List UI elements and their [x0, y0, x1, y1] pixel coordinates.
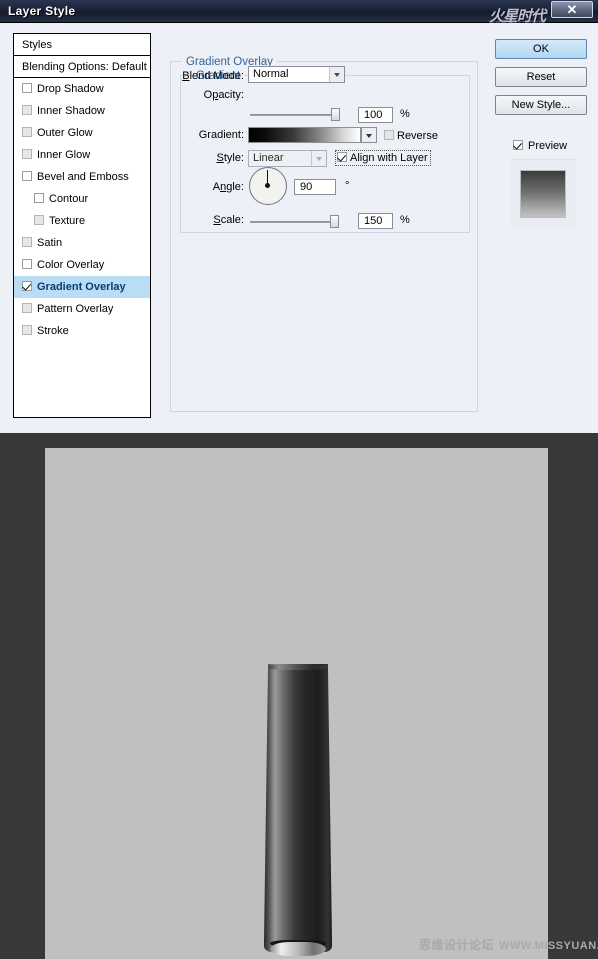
- align-with-layer-checkbox[interactable]: Align with Layer: [335, 150, 431, 166]
- style-row-checkbox[interactable]: [34, 215, 44, 225]
- layer-style-dialog: Styles Blending Options: Default Drop Sh…: [0, 23, 598, 433]
- style-row-inner-glow[interactable]: Inner Glow: [14, 144, 150, 166]
- vase-rim: [268, 664, 328, 670]
- style-row-texture[interactable]: Texture: [14, 210, 150, 232]
- vase-base: [270, 942, 326, 956]
- blend-mode-label: Blend Mode:: [182, 70, 244, 82]
- style-row-label: Satin: [37, 237, 63, 249]
- style-row-label: Texture: [49, 215, 86, 227]
- style-row-bevel-and-emboss[interactable]: Bevel and Emboss: [14, 166, 150, 188]
- style-row-color-overlay[interactable]: Color Overlay: [14, 254, 150, 276]
- style-row-label: Bevel and Emboss: [37, 171, 129, 183]
- vase-body: [264, 664, 332, 952]
- style-row-label: Inner Shadow: [37, 105, 105, 117]
- style-row-checkbox[interactable]: [22, 325, 32, 335]
- style-label: Style:: [216, 152, 244, 164]
- reverse-label: Reverse: [397, 130, 438, 142]
- scale-slider-track[interactable]: [250, 221, 337, 223]
- reverse-checkbox-box: [384, 130, 394, 140]
- scale-label: Scale:: [213, 214, 244, 226]
- ok-button[interactable]: OK: [495, 39, 587, 59]
- style-row-outer-glow[interactable]: Outer Glow: [14, 122, 150, 144]
- angle-dial-hub: [265, 183, 270, 188]
- preview-thumbnail: [520, 170, 566, 218]
- gradient-label: Gradient:: [198, 129, 244, 141]
- style-row-label: Gradient Overlay: [37, 281, 126, 293]
- styles-list-header: Styles: [14, 34, 150, 56]
- blend-mode-value: Normal: [253, 68, 289, 80]
- image-workspace: [0, 433, 598, 959]
- blending-options-row[interactable]: Blending Options: Default: [14, 56, 150, 78]
- scale-input[interactable]: 150: [358, 213, 393, 229]
- window-title: Layer Style: [8, 4, 76, 18]
- style-row-checkbox[interactable]: [22, 281, 32, 291]
- opacity-unit: %: [400, 108, 410, 120]
- styles-list[interactable]: Styles Blending Options: Default Drop Sh…: [13, 33, 151, 418]
- style-row-checkbox[interactable]: [34, 193, 44, 203]
- gradient-style-value: Linear: [253, 152, 284, 164]
- style-row-contour[interactable]: Contour: [14, 188, 150, 210]
- style-row-satin[interactable]: Satin: [14, 232, 150, 254]
- angle-label: Angle:: [212, 181, 244, 193]
- opacity-label: Opacity:: [203, 89, 244, 101]
- style-row-label: Stroke: [37, 325, 69, 337]
- style-row-checkbox[interactable]: [22, 105, 32, 115]
- style-row-checkbox[interactable]: [22, 303, 32, 313]
- style-row-stroke[interactable]: Stroke: [14, 320, 150, 342]
- new-style-button-label: New Style...: [511, 99, 571, 111]
- style-row-checkbox[interactable]: [22, 259, 32, 269]
- preview-checkbox[interactable]: Preview: [513, 140, 567, 152]
- gradient-picker-chevron-down-icon[interactable]: [361, 127, 377, 143]
- blend-mode-select[interactable]: Normal: [248, 66, 345, 83]
- style-row-gradient-overlay[interactable]: Gradient Overlay: [14, 276, 150, 298]
- style-row-checkbox[interactable]: [22, 171, 32, 181]
- window-titlebar: Layer Style ✕: [0, 0, 598, 23]
- gradient-preview-swatch[interactable]: [248, 127, 361, 143]
- gradient-style-select[interactable]: Linear: [248, 150, 327, 167]
- angle-dial[interactable]: [249, 167, 287, 205]
- align-with-layer-checkbox-box: [337, 152, 347, 162]
- scale-slider-thumb[interactable]: [330, 215, 339, 228]
- style-row-label: Pattern Overlay: [37, 303, 114, 315]
- angle-input[interactable]: 90: [294, 179, 336, 195]
- style-row-checkbox[interactable]: [22, 83, 32, 93]
- scale-unit: %: [400, 214, 410, 226]
- reset-button[interactable]: Reset: [495, 67, 587, 87]
- chevron-down-icon: [311, 151, 326, 166]
- style-row-checkbox[interactable]: [22, 237, 32, 247]
- angle-unit: °: [345, 180, 350, 192]
- image-canvas[interactable]: [45, 448, 548, 959]
- style-row-label: Outer Glow: [37, 127, 93, 139]
- new-style-button[interactable]: New Style...: [495, 95, 587, 115]
- style-row-label: Inner Glow: [37, 149, 91, 161]
- close-icon[interactable]: ✕: [551, 1, 593, 18]
- preview-thumbnail-panel: [510, 159, 576, 227]
- style-row-pattern-overlay[interactable]: Pattern Overlay: [14, 298, 150, 320]
- opacity-slider-track[interactable]: [250, 114, 337, 116]
- chevron-down-icon: [329, 67, 344, 82]
- style-effect-rows: Drop Shadow Inner Shadow Outer Glow Inner G…: [14, 78, 150, 342]
- style-row-inner-shadow[interactable]: Inner Shadow: [14, 100, 150, 122]
- style-row-checkbox[interactable]: [22, 127, 32, 137]
- preview-label: Preview: [528, 140, 568, 152]
- opacity-input[interactable]: 100: [358, 107, 393, 123]
- align-with-layer-label: Align with Layer: [350, 152, 428, 164]
- opacity-slider-thumb[interactable]: [331, 108, 340, 121]
- style-row-drop-shadow[interactable]: Drop Shadow: [14, 78, 150, 100]
- style-row-label: Contour: [49, 193, 89, 205]
- preview-checkbox-box: [513, 140, 523, 150]
- style-row-checkbox[interactable]: [22, 149, 32, 159]
- style-row-label: Color Overlay: [37, 259, 105, 271]
- reverse-checkbox[interactable]: Reverse: [384, 130, 438, 142]
- style-row-label: Drop Shadow: [37, 83, 104, 95]
- vase-object[interactable]: [264, 664, 332, 959]
